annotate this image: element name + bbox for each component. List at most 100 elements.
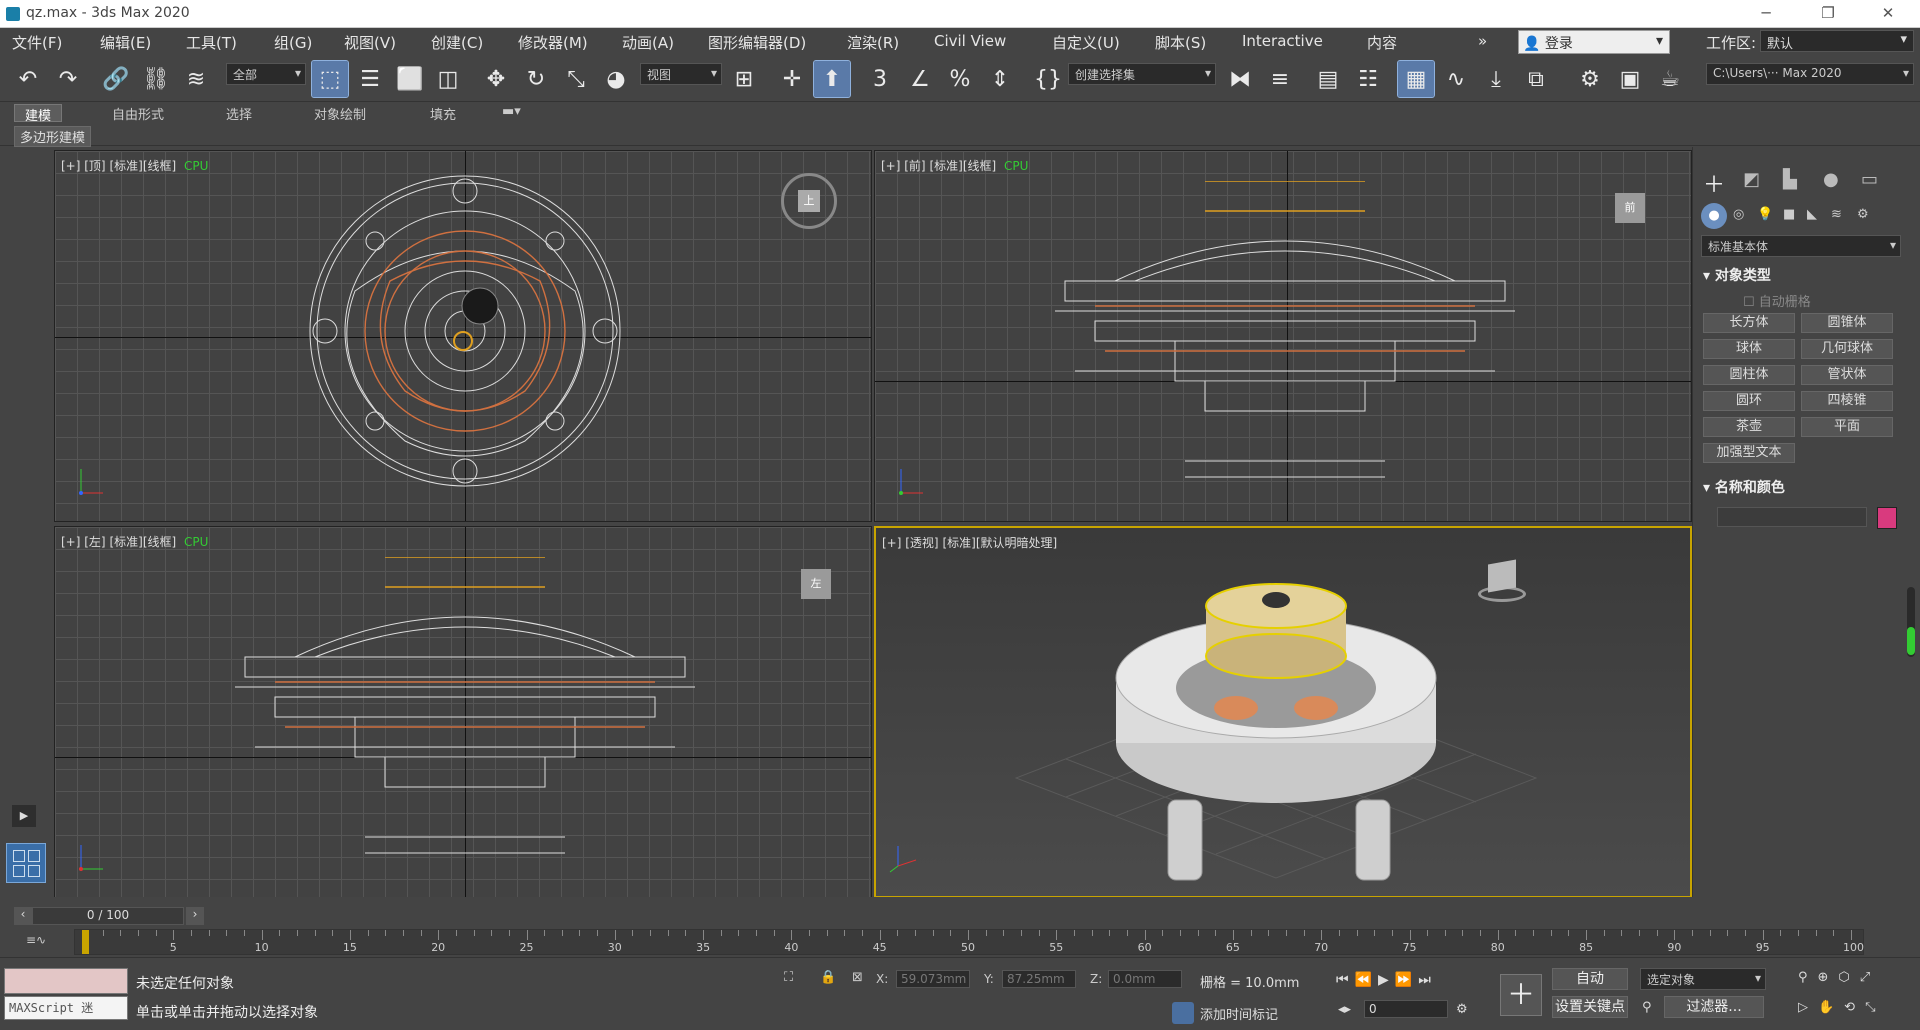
viewport-front-label[interactable]: [+] [前] [标准][线框] CPU xyxy=(881,157,1028,174)
link-icon[interactable]: 🔗 xyxy=(98,61,134,97)
edit-named-selection-icon[interactable]: {} xyxy=(1030,61,1066,97)
shapes-icon[interactable]: ◎ xyxy=(1733,207,1744,222)
pyramid-button[interactable]: 四棱锥 xyxy=(1801,391,1893,411)
curve-editor-mini-icon[interactable]: ≡∿ xyxy=(26,933,46,947)
viewcube-left[interactable]: 左 xyxy=(801,569,831,599)
plane-button[interactable]: 平面 xyxy=(1801,417,1893,437)
move-icon[interactable]: ✥ xyxy=(478,61,514,97)
time-config-icon[interactable]: ⚙ xyxy=(1456,1002,1468,1017)
box-button[interactable]: 长方体 xyxy=(1703,313,1795,333)
menu-graph-editors[interactable]: 图形编辑器(D) xyxy=(708,32,806,53)
current-frame-field[interactable]: 0 xyxy=(1364,1000,1448,1018)
x-coord-field[interactable]: 59.073mm xyxy=(896,970,970,988)
viewport-left[interactable]: [+] [左] [标准][线框] CPU 左 xyxy=(54,526,872,898)
viewport-shading[interactable]: [标准][默认明暗处理] xyxy=(942,536,1057,550)
spacewarps-icon[interactable]: ≋ xyxy=(1831,207,1842,222)
time-slider-marker[interactable] xyxy=(82,930,89,954)
select-by-name-icon[interactable]: ☰ xyxy=(352,61,388,97)
render-setup-icon[interactable]: ⚙ xyxy=(1572,61,1608,97)
viewport-persp-label[interactable]: [+] [透视] [标准][默认明暗处理] xyxy=(882,534,1057,551)
snap-toggle-icon[interactable]: 3 xyxy=(862,61,898,97)
align-icon[interactable]: ≡ xyxy=(1262,61,1298,97)
menu-customize[interactable]: 自定义(U) xyxy=(1052,32,1120,53)
rendered-frame-window-icon[interactable]: ▣ xyxy=(1612,61,1648,97)
geosphere-button[interactable]: 几何球体 xyxy=(1801,339,1893,359)
menu-rendering[interactable]: 渲染(R) xyxy=(847,32,899,53)
project-path-dropdown[interactable]: C:\Users\··· Max 2020 xyxy=(1706,63,1914,85)
tab-selection[interactable]: 选择 xyxy=(216,104,262,123)
viewcube-top[interactable]: 上 xyxy=(781,173,837,229)
command-panel-scrollbar[interactable] xyxy=(1907,587,1915,657)
cameras-icon[interactable]: ■ xyxy=(1783,207,1795,222)
menu-group[interactable]: 组(G) xyxy=(274,32,312,53)
menu-file[interactable]: 文件(F) xyxy=(12,32,62,53)
viewcube-face[interactable]: 上 xyxy=(798,190,820,212)
cone-button[interactable]: 圆锥体 xyxy=(1801,313,1893,333)
viewport-name[interactable]: [顶] xyxy=(84,159,105,173)
login-dropdown[interactable]: 👤 登录 ▾ xyxy=(1518,30,1670,54)
set-key-icon[interactable]: ＋ xyxy=(1500,974,1542,1016)
tube-button[interactable]: 管状体 xyxy=(1801,365,1893,385)
teapot-button[interactable]: 茶壶 xyxy=(1703,417,1795,437)
auto-key-button[interactable]: 自动 xyxy=(1552,968,1628,990)
absolute-mode-icon[interactable]: ⊠ xyxy=(852,970,863,985)
polygon-modeling-button[interactable]: 多边形建模 xyxy=(14,126,92,147)
toggle-ribbon-icon[interactable]: ▦ xyxy=(1397,60,1435,98)
viewport-front[interactable]: [+] [前] [标准][线框] CPU 前 xyxy=(874,150,1692,522)
time-slider[interactable]: 0 / 100 xyxy=(32,907,184,925)
key-filter-icon[interactable]: ⚲ xyxy=(1642,1000,1652,1015)
angle-snap-icon[interactable]: ∠ xyxy=(902,61,938,97)
tab-freeform[interactable]: 自由形式 xyxy=(102,104,174,123)
menu-civil-view[interactable]: Civil View xyxy=(934,32,1006,50)
rect-selection-icon[interactable]: ⬜ xyxy=(392,61,428,97)
menu-animation[interactable]: 动画(A) xyxy=(622,32,674,53)
cylinder-button[interactable]: 圆柱体 xyxy=(1703,365,1795,385)
tab-object-paint[interactable]: 对象绘制 xyxy=(304,104,376,123)
viewport-left-label[interactable]: [+] [左] [标准][线框] CPU xyxy=(61,533,208,550)
select-object-icon[interactable]: ⬚ xyxy=(311,60,349,98)
viewport-menu[interactable]: [+] xyxy=(881,159,900,173)
menu-scripting[interactable]: 脚本(S) xyxy=(1155,32,1206,53)
viewport-name[interactable]: [前] xyxy=(904,159,925,173)
maxscript-listener[interactable] xyxy=(4,968,128,994)
textplus-button[interactable]: 加强型文本 xyxy=(1703,443,1795,463)
undo-icon[interactable]: ↶ xyxy=(10,61,46,97)
unlink-icon[interactable]: ⛓ xyxy=(138,61,174,97)
viewport-shading[interactable]: [标准][线框] xyxy=(109,159,176,173)
lights-icon[interactable]: 💡 xyxy=(1757,207,1773,222)
add-time-tag[interactable]: 添加时间标记 xyxy=(1200,1004,1278,1023)
set-key-button[interactable]: 设置关键点 xyxy=(1552,996,1628,1018)
menu-content[interactable]: 内容 xyxy=(1367,32,1397,53)
keyboard-shortcut-override-icon[interactable]: ⬆ xyxy=(813,60,851,98)
next-frame-button[interactable]: › xyxy=(186,907,204,925)
toggle-scene-explorer-icon[interactable]: ▤ xyxy=(1310,61,1346,97)
selected-objects-dropdown[interactable]: 选定对象 xyxy=(1640,968,1766,990)
viewcube-perspective[interactable] xyxy=(1472,556,1532,606)
motion-tab-icon[interactable]: ● xyxy=(1823,169,1839,190)
expand-viewport-layouts-icon[interactable]: ▶ xyxy=(12,805,36,827)
ribbon-options-icon[interactable]: ▬▾ xyxy=(492,104,531,122)
dope-sheet-icon[interactable]: ⤓ xyxy=(1478,61,1514,97)
viewport-name[interactable]: [左] xyxy=(84,535,105,549)
geometry-icon[interactable]: ● xyxy=(1701,203,1727,229)
close-button[interactable]: ✕ xyxy=(1866,2,1910,24)
bind-spacewarp-icon[interactable]: ≋ xyxy=(178,61,214,97)
viewport-top[interactable]: [+] [顶] [标准][线框] CPU 上 xyxy=(54,150,872,522)
reference-coord-dropdown[interactable]: 视图 xyxy=(640,63,722,85)
tab-modeling[interactable]: 建模 xyxy=(14,104,63,124)
curve-editor-icon[interactable]: ∿ xyxy=(1438,61,1474,97)
zoom-controls[interactable]: ⚲⊕⬡⤢ xyxy=(1798,970,1880,985)
viewport-top-label[interactable]: [+] [顶] [标准][线框] CPU xyxy=(61,157,208,174)
viewport-shading[interactable]: [标准][线框] xyxy=(109,535,176,549)
toggle-layer-explorer-icon[interactable]: ☷ xyxy=(1350,61,1386,97)
maxscript-input[interactable]: MAXScript 迷 xyxy=(4,996,128,1020)
menu-views[interactable]: 视图(V) xyxy=(344,32,396,53)
menu-edit[interactable]: 编辑(E) xyxy=(100,32,151,53)
autogrid-checkbox[interactable]: ☐ 自动栅格 xyxy=(1743,291,1811,310)
create-tab-icon[interactable]: ＋ xyxy=(1703,167,1725,199)
selection-filter-dropdown[interactable]: 全部 xyxy=(226,63,306,85)
category-dropdown[interactable]: 标准基本体 xyxy=(1701,235,1901,257)
rollout-object-type[interactable]: ▾ 对象类型 xyxy=(1703,265,1771,285)
object-name-input[interactable] xyxy=(1717,507,1867,527)
render-production-icon[interactable]: ☕ xyxy=(1652,61,1688,97)
